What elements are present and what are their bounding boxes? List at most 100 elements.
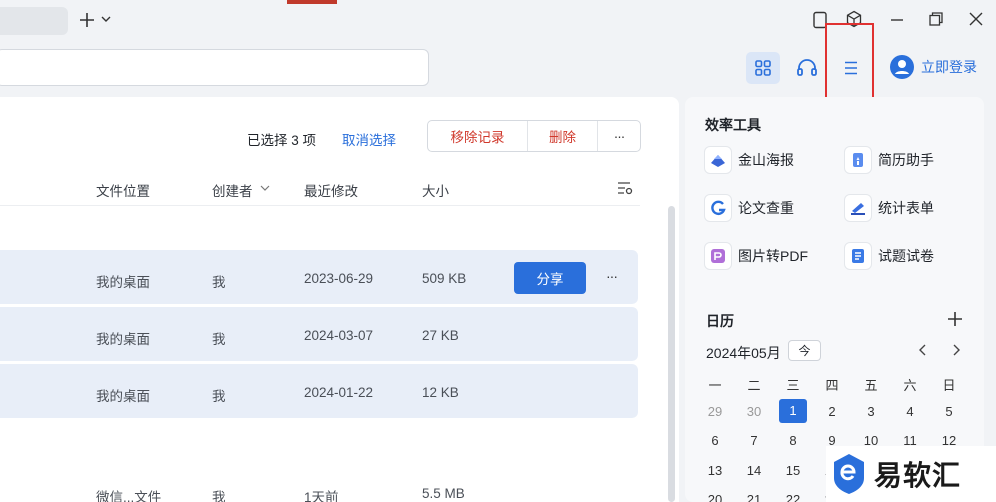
- tool-label: 简历助手: [878, 152, 934, 168]
- column-header-size[interactable]: 大小: [422, 180, 449, 200]
- calendar-day[interactable]: 5: [935, 404, 963, 419]
- share-button[interactable]: 分享: [514, 262, 586, 294]
- weekday-label: 日: [942, 378, 956, 393]
- row-creator: 我: [212, 389, 226, 404]
- selected-count: 已选择 3 项: [247, 133, 317, 148]
- image-to-pdf-icon: [704, 242, 732, 270]
- chevron-right-icon[interactable]: [951, 344, 961, 356]
- weekday-label: 五: [864, 378, 878, 393]
- weekday-label: 一: [708, 378, 722, 393]
- calendar-title: 日历: [706, 313, 734, 329]
- more-actions-button[interactable]: ···: [598, 121, 640, 151]
- column-header-modified[interactable]: 最近修改: [304, 180, 358, 200]
- row-size: 27 KB: [422, 328, 459, 343]
- selection-actions: 移除记录 删除 ···: [427, 120, 641, 152]
- browser-tab[interactable]: [0, 7, 68, 35]
- calendar-week: 29 30 1 2 3 4 5: [701, 399, 963, 423]
- tool-label: 试题试卷: [878, 248, 934, 264]
- close-icon[interactable]: [969, 12, 983, 26]
- grid-view-button[interactable]: [746, 52, 780, 84]
- row-creator: 我: [212, 490, 226, 502]
- resume-icon: [844, 146, 872, 174]
- calendar-day[interactable]: 13: [701, 463, 729, 478]
- today-button[interactable]: 今: [788, 340, 821, 361]
- red-indicator: [287, 0, 337, 4]
- watermark-logo-icon: [832, 452, 866, 496]
- tool-paper-check[interactable]: 论文查重: [704, 194, 794, 222]
- tools-title: 效率工具: [705, 117, 761, 133]
- calendar-day[interactable]: 8: [779, 433, 807, 448]
- row-modified: 2023-06-29: [304, 271, 374, 286]
- row-location: 我的桌面: [96, 389, 150, 404]
- row-modified: 1天前: [304, 490, 339, 502]
- weekday-label: 四: [825, 378, 839, 393]
- calendar-day[interactable]: 29: [701, 404, 729, 419]
- calendar-month[interactable]: 2024年05月: [706, 343, 781, 363]
- calendar-day[interactable]: 7: [740, 433, 768, 448]
- column-header-location[interactable]: 文件位置: [96, 180, 150, 200]
- row-modified: 2024-01-22: [304, 385, 374, 400]
- row-size: 12 KB: [422, 385, 459, 400]
- tool-image-to-pdf[interactable]: 图片转PDF: [704, 242, 808, 270]
- tool-exam[interactable]: 试题试卷: [844, 242, 934, 270]
- tool-resume[interactable]: 简历助手: [844, 146, 934, 174]
- delete-button[interactable]: 删除: [528, 121, 598, 151]
- calendar-day[interactable]: 20: [701, 492, 729, 502]
- row-modified: 2024-03-07: [304, 328, 374, 343]
- calendar-day[interactable]: 21: [740, 492, 768, 502]
- calendar-day[interactable]: 22: [779, 492, 807, 502]
- row-size: 509 KB: [422, 271, 467, 286]
- plus-icon[interactable]: [78, 11, 96, 29]
- paper-check-icon: [704, 194, 732, 222]
- calendar-day-today[interactable]: 1: [779, 399, 807, 423]
- tool-poster[interactable]: 金山海报: [704, 146, 794, 174]
- header-divider: [0, 205, 640, 206]
- weekday-label: 六: [903, 378, 917, 393]
- calendar-day[interactable]: 15: [779, 463, 807, 478]
- watermark: 易软汇: [826, 446, 996, 502]
- calendar-day[interactable]: 4: [896, 404, 924, 419]
- calendar-day[interactable]: 2: [818, 404, 846, 419]
- row-creator: 我: [212, 275, 226, 290]
- remove-record-button[interactable]: 移除记录: [428, 121, 528, 151]
- chevron-down-icon[interactable]: [260, 184, 270, 192]
- tool-label: 统计表单: [878, 200, 934, 216]
- weekday-label: 二: [747, 378, 761, 393]
- row-size: 5.5 MB: [422, 486, 465, 501]
- calendar-weekdays: 一 二 三 四 五 六 日: [701, 375, 963, 394]
- row-location: 我的桌面: [96, 275, 150, 290]
- tool-form[interactable]: 统计表单: [844, 194, 934, 222]
- calendar-day[interactable]: 6: [701, 433, 729, 448]
- tool-label: 金山海报: [738, 152, 794, 168]
- column-header-creator[interactable]: 创建者: [212, 180, 253, 200]
- hamburger-menu-icon[interactable]: [843, 61, 859, 75]
- login-label: 立即登录: [921, 59, 977, 75]
- add-event-icon[interactable]: [947, 311, 963, 327]
- avatar-icon: [889, 54, 915, 80]
- row-more-button[interactable]: ···: [606, 268, 618, 284]
- search-input[interactable]: [0, 49, 429, 86]
- cancel-selection-button[interactable]: 取消选择: [342, 129, 396, 149]
- calendar-day[interactable]: 3: [857, 404, 885, 419]
- tool-label: 图片转PDF: [738, 248, 808, 264]
- watermark-text: 易软汇: [874, 460, 962, 491]
- login-button[interactable]: 立即登录: [889, 54, 977, 80]
- scrollbar[interactable]: [668, 206, 675, 502]
- row-location: 我的桌面: [96, 332, 150, 347]
- exam-icon: [844, 242, 872, 270]
- chevron-left-icon[interactable]: [918, 344, 928, 356]
- calendar-day[interactable]: 14: [740, 463, 768, 478]
- grid-icon: [754, 59, 772, 77]
- chevron-down-icon[interactable]: [101, 15, 111, 23]
- headset-icon[interactable]: [796, 58, 818, 78]
- tool-label: 论文查重: [738, 200, 794, 216]
- column-settings-icon[interactable]: [617, 181, 633, 195]
- calendar-day[interactable]: 30: [740, 404, 768, 419]
- form-icon: [844, 194, 872, 222]
- weekday-label: 三: [786, 378, 800, 393]
- row-creator: 我: [212, 332, 226, 347]
- minimize-icon[interactable]: [890, 18, 904, 22]
- poster-icon: [704, 146, 732, 174]
- restore-icon[interactable]: [929, 12, 943, 26]
- row-location: 微信...文件: [96, 490, 162, 502]
